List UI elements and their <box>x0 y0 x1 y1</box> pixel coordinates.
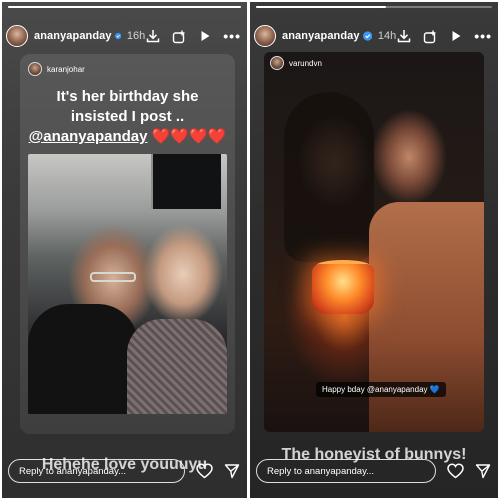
reshared-username: varundvn <box>289 58 322 68</box>
more-icon[interactable]: ••• <box>474 29 492 43</box>
candle <box>312 264 374 314</box>
story-panel-left[interactable]: ananyapanday 16h ••• karanjohar It's her… <box>2 2 247 498</box>
send-icon[interactable] <box>474 462 492 480</box>
post-caption: It's her birthday she insisted I post ..… <box>20 87 235 147</box>
story-header: ananyapanday 16h ••• <box>6 22 243 50</box>
story-panel-right[interactable]: ananyapanday 14h ••• varundvn Happy bday… <box>250 2 498 498</box>
reshared-avatar <box>28 62 42 76</box>
reply-input[interactable]: Reply to ananyapanday... <box>256 459 436 483</box>
caption-line: It's her birthday she <box>56 88 199 105</box>
post-photo <box>28 154 227 414</box>
download-icon[interactable] <box>396 28 412 44</box>
caption-hearts: ❤️❤️❤️❤️ <box>151 128 227 145</box>
reshared-username: karanjohar <box>47 64 85 74</box>
caption-mention[interactable]: @ananyapanday <box>29 128 148 145</box>
story-header: ananyapanday 14h ••• <box>254 22 494 50</box>
story-progress-bar <box>256 6 492 8</box>
heart-icon[interactable] <box>446 462 464 480</box>
send-icon[interactable] <box>223 462 241 480</box>
story-photo: varundvn Happy bday @ananyapanday 💙 <box>264 52 484 432</box>
add-to-story-icon[interactable] <box>171 28 187 44</box>
avatar[interactable] <box>6 25 28 47</box>
photo-caption-label: Happy bday @ananyapanday 💙 <box>316 382 446 397</box>
reply-input[interactable]: Reply to ananyapanday... <box>8 459 185 483</box>
reshared-avatar <box>270 56 284 70</box>
username[interactable]: ananyapanday <box>282 30 360 42</box>
play-icon[interactable] <box>448 28 464 44</box>
more-icon[interactable]: ••• <box>223 29 241 43</box>
download-icon[interactable] <box>145 28 161 44</box>
post-time: 14h <box>377 30 397 42</box>
heart-icon[interactable] <box>195 462 213 480</box>
add-to-story-icon[interactable] <box>422 28 438 44</box>
verified-badge-icon <box>114 32 121 40</box>
play-icon[interactable] <box>197 28 213 44</box>
photo-caption-text: Happy bday @ananyapanday <box>322 385 428 394</box>
username[interactable]: ananyapanday <box>34 30 112 42</box>
verified-badge-icon <box>362 31 372 41</box>
avatar[interactable] <box>254 25 276 47</box>
reshared-post-card[interactable]: karanjohar It's her birthday she insiste… <box>20 54 235 434</box>
story-progress-bar <box>8 6 241 8</box>
post-time: 16h <box>126 30 146 42</box>
caption-line: insisted I post .. <box>70 108 185 125</box>
blue-heart-icon: 💙 <box>429 385 440 394</box>
